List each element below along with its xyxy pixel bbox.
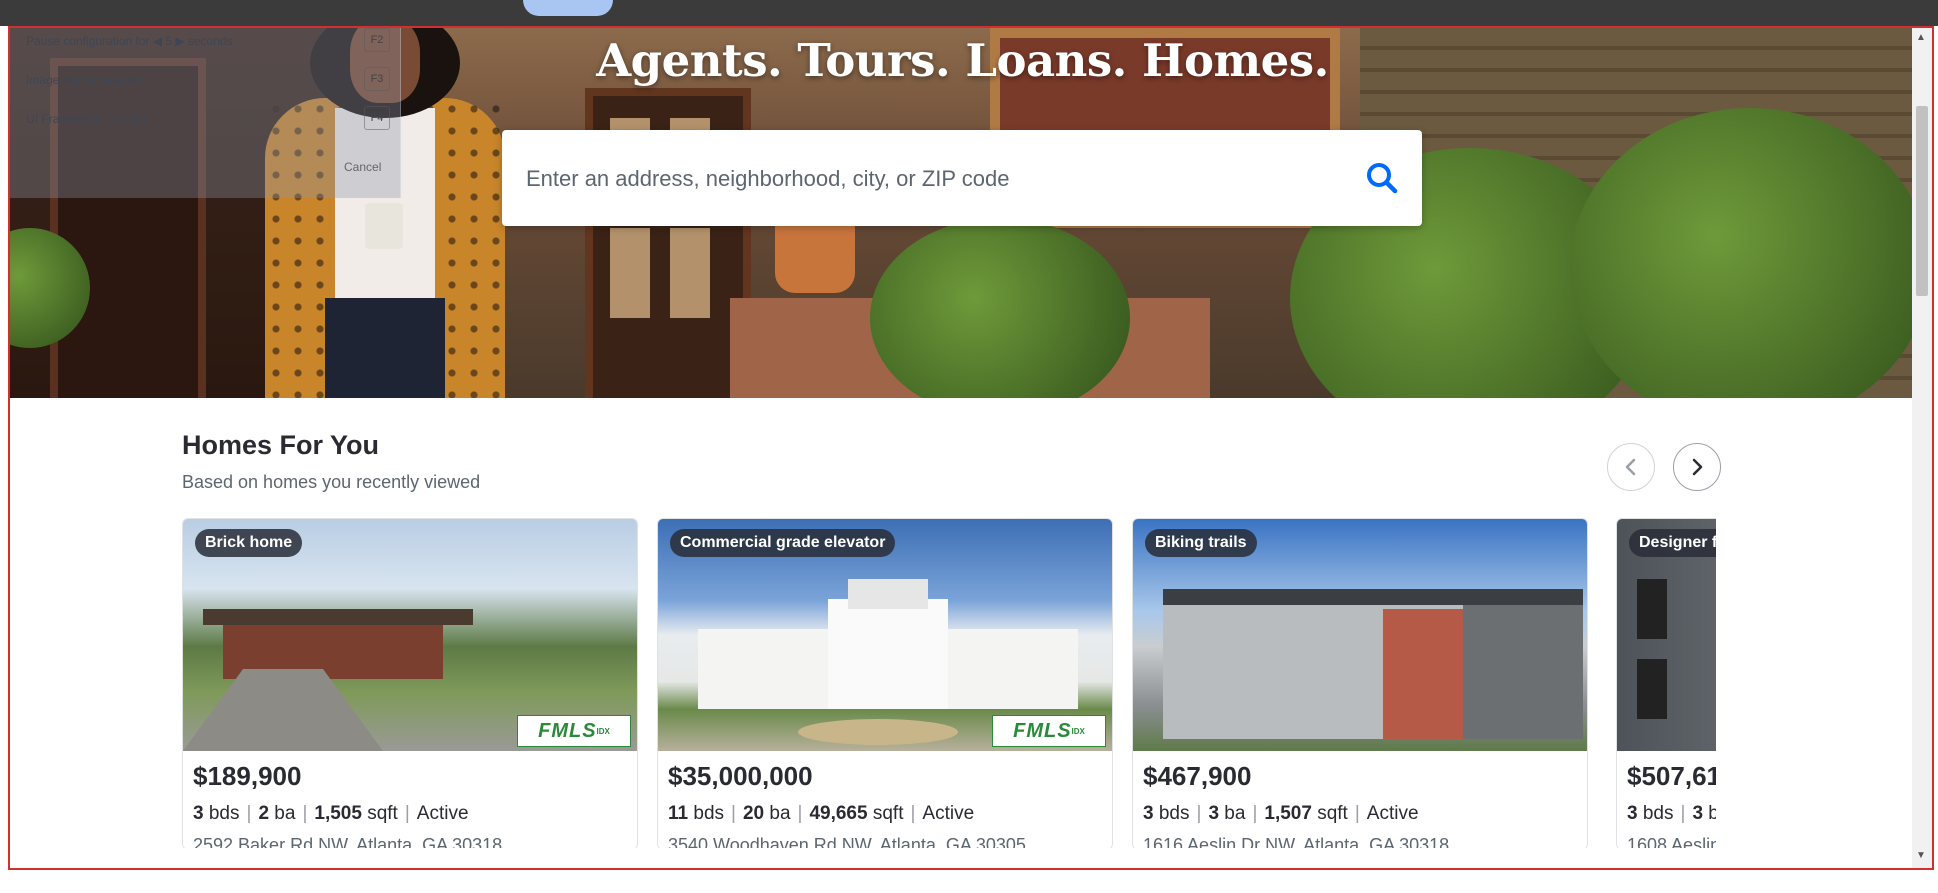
tab-pill[interactable] <box>523 0 613 16</box>
scrollbar-thumb[interactable] <box>1916 106 1928 296</box>
ui-framework-label[interactable]: UI Framework: Default <box>26 112 146 126</box>
listing-address[interactable]: 3540 Woodhaven Rd NW, Atlanta, GA 30305 <box>668 835 1026 848</box>
listing-price: $35,000,000 <box>668 761 813 791</box>
listing-card[interactable]: Brick home FMLS IDX $189,900 3 bds | 2 ba | 1… <box>182 518 638 848</box>
cancel-button[interactable]: Cancel <box>344 160 381 174</box>
hero-headline: Agents. Tours. Loans. Homes. <box>596 34 1329 87</box>
listing-price: $507,615 <box>1627 761 1716 791</box>
carousel-next-button[interactable] <box>1673 443 1721 491</box>
shrub <box>870 218 1130 398</box>
listing-facts: 3 bds|3 ba <box>1627 803 1716 824</box>
listing-tag: Commercial grade elevator <box>670 529 896 557</box>
bottom-edge <box>0 870 1938 893</box>
listing-card[interactable]: Commercial grade elevator FMLS IDX $35,00… <box>657 518 1113 848</box>
hero-banner: Pause configuration for ◀ 5 ▶ seconds Im… <box>10 28 1915 398</box>
listing-tag: Designer fin <box>1629 529 1716 557</box>
scroll-down-icon[interactable]: ▼ <box>1916 850 1926 861</box>
listing-tag: Brick home <box>195 529 303 557</box>
browser-top-strip <box>0 0 1938 26</box>
listing-address[interactable]: 1608 Aeslin <box>1627 835 1716 848</box>
search-box <box>502 130 1422 226</box>
search-icon[interactable] <box>1362 158 1402 198</box>
listing-card[interactable]: Designer fin $507,615 3 bds|3 ba 1608 Ae… <box>1616 518 1716 848</box>
framework-dropdown[interactable] <box>242 116 260 134</box>
fmls-logo: FMLS IDX <box>992 715 1106 747</box>
coffee-mug <box>365 203 403 249</box>
listing-facts: 3 bds | 3 ba | 1,507 sqft | Active <box>1143 803 1419 824</box>
listing-address[interactable]: 1616 Aeslin Dr NW, Atlanta, GA 30318 <box>1143 835 1449 848</box>
listing-card[interactable]: Biking trails $467,900 3 bds | 3 ba | 1,507 … <box>1132 518 1588 848</box>
section-subtitle: Based on homes you recently viewed <box>182 472 481 492</box>
search-input[interactable] <box>524 156 1328 202</box>
page-scrollbar[interactable]: ▲ ▼ <box>1912 28 1932 868</box>
section-title: Homes For You <box>182 430 380 460</box>
listing-price: $189,900 <box>193 761 302 791</box>
hotkey-f4: F4 <box>364 106 390 130</box>
listing-facts: 11 bds | 20 ba | 49,665 sqft | Active <box>668 803 975 824</box>
listing-carousel: Brick home FMLS IDX $189,900 3 bds | 2 ba | 1… <box>182 518 1716 848</box>
scroll-up-icon[interactable]: ▲ <box>1916 32 1926 43</box>
chevron-right-icon <box>1692 458 1703 476</box>
carousel-prev-button[interactable] <box>1607 443 1655 491</box>
listing-facts: 3 bds | 2 ba | 1,505 sqft | Active <box>193 803 469 824</box>
fmls-logo: FMLS IDX <box>517 715 631 747</box>
listing-price: $467,900 <box>1143 761 1252 791</box>
listing-address[interactable]: 2592 Baker Rd NW, Atlanta, GA 30318 <box>193 835 502 848</box>
chevron-left-icon <box>1625 458 1636 476</box>
listing-tag: Biking trails <box>1145 529 1257 557</box>
